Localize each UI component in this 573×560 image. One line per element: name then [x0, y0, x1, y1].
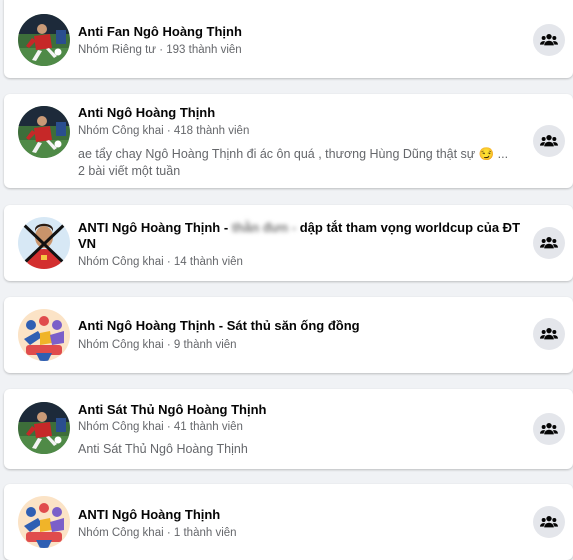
group-member-count: 193 thành viên: [166, 44, 242, 56]
join-group-button[interactable]: [533, 227, 565, 259]
people-icon: [539, 233, 559, 253]
group-card[interactable]: Anti Ngô Hoàng Thịnh Nhóm Công khai · 41…: [4, 94, 573, 188]
group-avatar[interactable]: [18, 14, 70, 66]
meta-separator: ·: [163, 421, 174, 433]
football-player-photo-icon: [18, 402, 70, 454]
group-post-snippet: Anti Sát Thủ Ngô Hoàng Thịnh: [78, 442, 248, 456]
group-title-start: ANTI Ngô Hoàng Thịnh -: [78, 220, 232, 235]
group-privacy: Nhóm Công khai: [78, 339, 164, 351]
group-privacy: Nhóm Riêng tư: [78, 44, 157, 56]
group-meta: Nhóm Công khai · 1 thành viên: [78, 526, 237, 540]
join-group-button[interactable]: [533, 413, 565, 445]
group-avatar[interactable]: [18, 217, 70, 269]
player-crossed-out-photo-icon: [18, 217, 70, 269]
group-illustration-icon: [18, 496, 70, 548]
group-card[interactable]: Anti Ngô Hoàng Thịnh - Sát thủ săn ống đ…: [4, 297, 573, 373]
group-card[interactable]: ANTI Ngô Hoàng Thịnh - thằn đưn - dập tắ…: [4, 205, 573, 281]
group-title[interactable]: Anti Sát Thủ Ngô Hoàng Thịnh: [78, 402, 521, 418]
group-meta: Nhóm Công khai · 14 thành viên: [78, 255, 243, 269]
meta-separator: ·: [163, 125, 174, 137]
group-card[interactable]: Anti Sát Thủ Ngô Hoàng Thịnh Nhóm Công k…: [4, 389, 573, 469]
football-player-photo-icon: [18, 106, 70, 158]
people-icon: [539, 324, 559, 344]
meta-separator: ·: [163, 256, 174, 268]
group-title[interactable]: Anti Fan Ngô Hoàng Thịnh: [78, 24, 521, 40]
people-icon: [539, 30, 559, 50]
join-group-button[interactable]: [533, 24, 565, 56]
group-title[interactable]: Anti Ngô Hoàng Thịnh - Sát thủ săn ống đ…: [78, 318, 521, 334]
group-meta: Nhóm Riêng tư · 193 thành viên: [78, 43, 242, 57]
group-avatar[interactable]: [18, 106, 70, 158]
group-title-redacted: thằn đưn -: [231, 220, 297, 235]
group-member-count: 1 thành viên: [173, 527, 237, 539]
meta-separator: ·: [163, 339, 174, 351]
group-member-count: 9 thành viên: [173, 339, 237, 351]
join-group-button[interactable]: [533, 318, 565, 350]
group-title[interactable]: Anti Ngô Hoàng Thịnh: [78, 105, 521, 121]
group-title[interactable]: ANTI Ngô Hoàng Thịnh: [78, 507, 521, 523]
group-illustration-icon: [18, 309, 70, 361]
group-card[interactable]: Anti Fan Ngô Hoàng Thịnh Nhóm Riêng tư ·…: [4, 0, 573, 78]
join-group-button[interactable]: [533, 506, 565, 538]
group-meta: Nhóm Công khai · 9 thành viên: [78, 338, 237, 352]
post-preview: ae tẩy chay Ngô Hoàng Thịnh đi ác ôn quá…: [78, 147, 509, 161]
group-privacy: Nhóm Công khai: [78, 527, 164, 539]
group-member-count: 418 thành viên: [173, 125, 250, 137]
post-activity: 2 bài viết một tuần: [78, 164, 181, 178]
group-privacy: Nhóm Công khai: [78, 256, 164, 268]
group-card[interactable]: ANTI Ngô Hoàng Thịnh Nhóm Công khai · 1 …: [4, 484, 573, 560]
people-icon: [539, 131, 559, 151]
group-meta: Nhóm Công khai · 418 thành viên: [78, 124, 249, 138]
group-avatar[interactable]: [18, 496, 70, 548]
group-member-count: 41 thành viên: [173, 421, 243, 433]
meta-separator: ·: [156, 44, 167, 56]
group-avatar[interactable]: [18, 309, 70, 361]
group-privacy: Nhóm Công khai: [78, 421, 164, 433]
group-privacy: Nhóm Công khai: [78, 125, 164, 137]
group-meta: Nhóm Công khai · 41 thành viên: [78, 420, 243, 434]
football-player-photo-icon: [18, 14, 70, 66]
people-icon: [539, 419, 559, 439]
group-avatar[interactable]: [18, 402, 70, 454]
group-title[interactable]: ANTI Ngô Hoàng Thịnh - thằn đưn - dập tắ…: [78, 220, 521, 252]
join-group-button[interactable]: [533, 125, 565, 157]
people-icon: [539, 512, 559, 532]
meta-separator: ·: [163, 527, 174, 539]
group-member-count: 14 thành viên: [173, 256, 243, 268]
group-post-snippet: ae tẩy chay Ngô Hoàng Thịnh đi ác ôn quá…: [78, 146, 525, 180]
